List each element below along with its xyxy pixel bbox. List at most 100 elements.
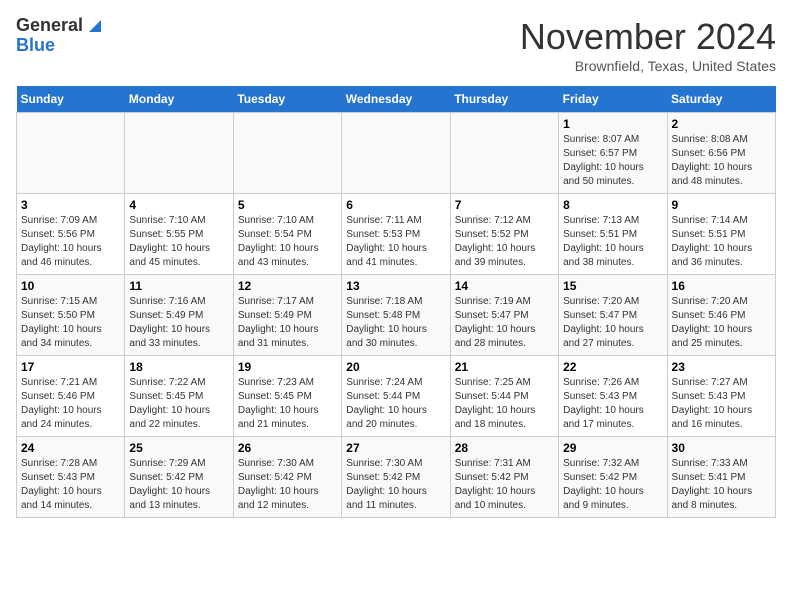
day-info: Sunrise: 7:17 AM Sunset: 5:49 PM Dayligh… xyxy=(238,296,319,349)
day-number: 9 xyxy=(672,198,771,212)
day-number: 29 xyxy=(563,441,662,455)
calendar-cell: 3Sunrise: 7:09 AM Sunset: 5:56 PM Daylig… xyxy=(17,194,125,275)
day-info: Sunrise: 7:15 AM Sunset: 5:50 PM Dayligh… xyxy=(21,296,102,349)
day-number: 26 xyxy=(238,441,337,455)
day-number: 19 xyxy=(238,360,337,374)
calendar-cell xyxy=(233,113,341,194)
col-header-saturday: Saturday xyxy=(667,86,775,113)
day-info: Sunrise: 7:32 AM Sunset: 5:42 PM Dayligh… xyxy=(563,458,644,511)
day-number: 1 xyxy=(563,117,662,131)
day-info: Sunrise: 7:10 AM Sunset: 5:55 PM Dayligh… xyxy=(129,215,210,268)
calendar-cell: 19 Sunrise: 7:23 AM Sunset: 5:45 PM Dayli… xyxy=(233,356,341,437)
day-info: Sunrise: 7:16 AM Sunset: 5:49 PM Dayligh… xyxy=(129,296,210,349)
calendar-cell: 5 Sunrise: 7:10 AM Sunset: 5:54 PM Daylig… xyxy=(233,194,341,275)
calendar-cell: 16 Sunrise: 7:20 AM Sunset: 5:46 PM Dayli… xyxy=(667,275,775,356)
calendar-cell: 30 Sunrise: 7:33 AM Sunset: 5:41 PM Dayli… xyxy=(667,437,775,518)
calendar-cell: 17Sunrise: 7:21 AM Sunset: 5:46 PM Dayli… xyxy=(17,356,125,437)
calendar-cell: 24 Sunrise: 7:28 AM Sunset: 5:43 PM Dayli… xyxy=(17,437,125,518)
day-number: 6 xyxy=(346,198,445,212)
col-header-thursday: Thursday xyxy=(450,86,558,113)
day-info: Sunrise: 7:20 AM Sunset: 5:47 PM Dayligh… xyxy=(563,296,644,349)
logo-general: General xyxy=(16,16,83,36)
calendar-cell: 26 Sunrise: 7:30 AM Sunset: 5:42 PM Dayli… xyxy=(233,437,341,518)
calendar-table: SundayMondayTuesdayWednesdayThursdayFrid… xyxy=(16,86,776,518)
day-info: Sunrise: 7:20 AM Sunset: 5:46 PM Dayligh… xyxy=(672,296,753,349)
day-info: Sunrise: 7:18 AM Sunset: 5:48 PM Dayligh… xyxy=(346,296,427,349)
day-info: Sunrise: 7:21 AM Sunset: 5:46 PM Dayligh… xyxy=(21,377,102,430)
day-info: Sunrise: 7:25 AM Sunset: 5:44 PM Dayligh… xyxy=(455,377,536,430)
day-info: Sunrise: 7:09 AM Sunset: 5:56 PM Dayligh… xyxy=(21,215,102,268)
calendar-week-row: 3Sunrise: 7:09 AM Sunset: 5:56 PM Daylig… xyxy=(17,194,776,275)
day-number: 13 xyxy=(346,279,445,293)
calendar-cell xyxy=(17,113,125,194)
calendar-cell: 20Sunrise: 7:24 AM Sunset: 5:44 PM Dayli… xyxy=(342,356,450,437)
day-info: Sunrise: 7:22 AM Sunset: 5:45 PM Dayligh… xyxy=(129,377,210,430)
day-number: 8 xyxy=(563,198,662,212)
col-header-wednesday: Wednesday xyxy=(342,86,450,113)
calendar-cell: 10 Sunrise: 7:15 AM Sunset: 5:50 PM Dayli… xyxy=(17,275,125,356)
day-number: 25 xyxy=(129,441,228,455)
col-header-monday: Monday xyxy=(125,86,233,113)
calendar-cell: 15 Sunrise: 7:20 AM Sunset: 5:47 PM Dayli… xyxy=(559,275,667,356)
day-info: Sunrise: 7:27 AM Sunset: 5:43 PM Dayligh… xyxy=(672,377,753,430)
day-info: Sunrise: 8:08 AM Sunset: 6:56 PM Dayligh… xyxy=(672,134,753,187)
day-number: 4 xyxy=(129,198,228,212)
day-info: Sunrise: 7:10 AM Sunset: 5:54 PM Dayligh… xyxy=(238,215,319,268)
calendar-cell: 6 Sunrise: 7:11 AM Sunset: 5:53 PM Daylig… xyxy=(342,194,450,275)
calendar-cell: 27 Sunrise: 7:30 AM Sunset: 5:42 PM Dayli… xyxy=(342,437,450,518)
calendar-subtitle: Brownfield, Texas, United States xyxy=(520,58,776,74)
logo: General Blue xyxy=(16,16,101,56)
day-info: Sunrise: 7:14 AM Sunset: 5:51 PM Dayligh… xyxy=(672,215,753,268)
day-number: 11 xyxy=(129,279,228,293)
day-number: 15 xyxy=(563,279,662,293)
calendar-cell xyxy=(342,113,450,194)
day-number: 16 xyxy=(672,279,771,293)
calendar-cell: 12 Sunrise: 7:17 AM Sunset: 5:49 PM Dayli… xyxy=(233,275,341,356)
page-header: General Blue November 2024 Brownfield, T… xyxy=(16,16,776,74)
day-info: Sunrise: 7:19 AM Sunset: 5:47 PM Dayligh… xyxy=(455,296,536,349)
day-info: Sunrise: 7:28 AM Sunset: 5:43 PM Dayligh… xyxy=(21,458,102,511)
day-number: 18 xyxy=(129,360,228,374)
calendar-cell xyxy=(450,113,558,194)
day-info: Sunrise: 7:13 AM Sunset: 5:51 PM Dayligh… xyxy=(563,215,644,268)
day-number: 30 xyxy=(672,441,771,455)
day-info: Sunrise: 7:23 AM Sunset: 5:45 PM Dayligh… xyxy=(238,377,319,430)
calendar-cell: 1 Sunrise: 8:07 AM Sunset: 6:57 PM Daylig… xyxy=(559,113,667,194)
calendar-week-row: 1 Sunrise: 8:07 AM Sunset: 6:57 PM Daylig… xyxy=(17,113,776,194)
day-number: 27 xyxy=(346,441,445,455)
calendar-cell: 7Sunrise: 7:12 AM Sunset: 5:52 PM Daylig… xyxy=(450,194,558,275)
day-info: Sunrise: 7:30 AM Sunset: 5:42 PM Dayligh… xyxy=(346,458,427,511)
calendar-cell: 11 Sunrise: 7:16 AM Sunset: 5:49 PM Dayli… xyxy=(125,275,233,356)
col-header-sunday: Sunday xyxy=(17,86,125,113)
calendar-cell: 29 Sunrise: 7:32 AM Sunset: 5:42 PM Dayli… xyxy=(559,437,667,518)
calendar-week-row: 24 Sunrise: 7:28 AM Sunset: 5:43 PM Dayli… xyxy=(17,437,776,518)
day-number: 23 xyxy=(672,360,771,374)
day-number: 14 xyxy=(455,279,554,293)
day-number: 21 xyxy=(455,360,554,374)
calendar-header-row: SundayMondayTuesdayWednesdayThursdayFrid… xyxy=(17,86,776,113)
calendar-week-row: 10 Sunrise: 7:15 AM Sunset: 5:50 PM Dayli… xyxy=(17,275,776,356)
day-number: 10 xyxy=(21,279,120,293)
calendar-cell: 9 Sunrise: 7:14 AM Sunset: 5:51 PM Daylig… xyxy=(667,194,775,275)
day-number: 7 xyxy=(455,198,554,212)
day-number: 24 xyxy=(21,441,120,455)
day-info: Sunrise: 7:31 AM Sunset: 5:42 PM Dayligh… xyxy=(455,458,536,511)
day-info: Sunrise: 7:33 AM Sunset: 5:41 PM Dayligh… xyxy=(672,458,753,511)
calendar-cell: 22Sunrise: 7:26 AM Sunset: 5:43 PM Dayli… xyxy=(559,356,667,437)
calendar-cell: 4 Sunrise: 7:10 AM Sunset: 5:55 PM Daylig… xyxy=(125,194,233,275)
calendar-cell: 23 Sunrise: 7:27 AM Sunset: 5:43 PM Dayli… xyxy=(667,356,775,437)
day-info: Sunrise: 8:07 AM Sunset: 6:57 PM Dayligh… xyxy=(563,134,644,187)
day-info: Sunrise: 7:11 AM Sunset: 5:53 PM Dayligh… xyxy=(346,215,427,268)
day-number: 28 xyxy=(455,441,554,455)
day-number: 5 xyxy=(238,198,337,212)
calendar-cell: 8 Sunrise: 7:13 AM Sunset: 5:51 PM Daylig… xyxy=(559,194,667,275)
col-header-friday: Friday xyxy=(559,86,667,113)
day-number: 12 xyxy=(238,279,337,293)
day-info: Sunrise: 7:30 AM Sunset: 5:42 PM Dayligh… xyxy=(238,458,319,511)
calendar-cell: 18 Sunrise: 7:22 AM Sunset: 5:45 PM Dayli… xyxy=(125,356,233,437)
logo-triangle-icon xyxy=(85,18,101,34)
day-info: Sunrise: 7:29 AM Sunset: 5:42 PM Dayligh… xyxy=(129,458,210,511)
calendar-cell: 28 Sunrise: 7:31 AM Sunset: 5:42 PM Dayli… xyxy=(450,437,558,518)
calendar-week-row: 17Sunrise: 7:21 AM Sunset: 5:46 PM Dayli… xyxy=(17,356,776,437)
calendar-title: November 2024 xyxy=(520,16,776,58)
